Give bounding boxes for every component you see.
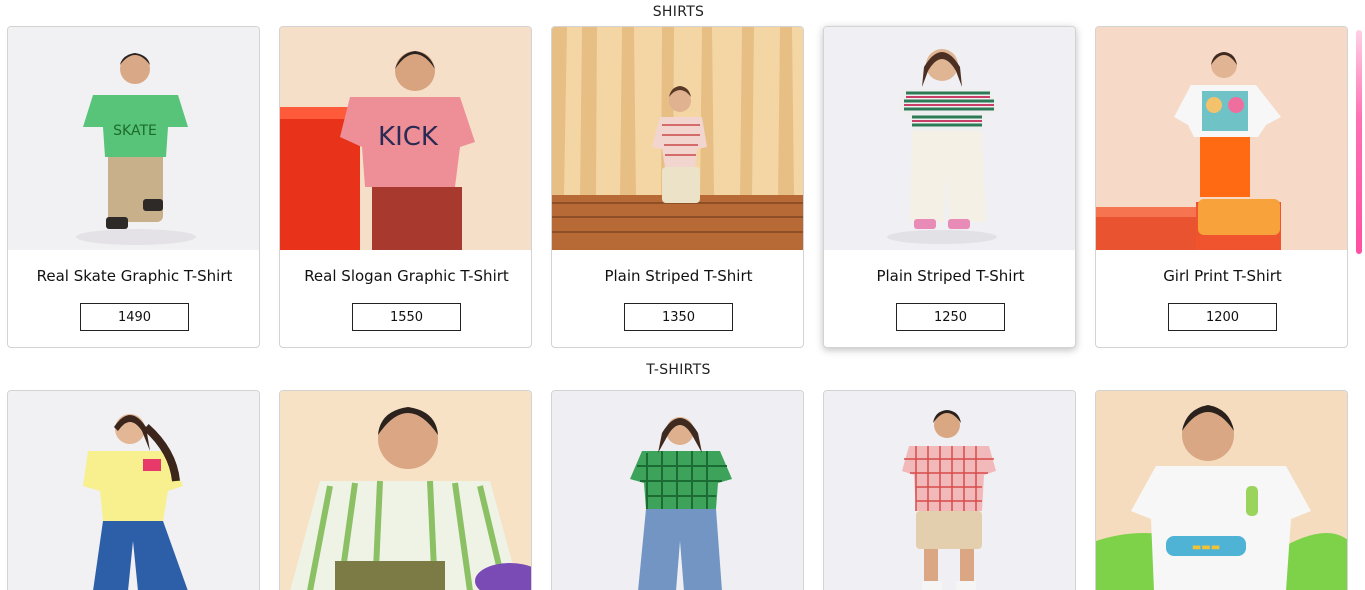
product-name[interactable]: Real Slogan Graphic T-Shirt: [280, 267, 531, 285]
product-image[interactable]: [552, 27, 803, 250]
product-card[interactable]: KICK Real Slogan Graphic T-Shirt 1550: [279, 26, 532, 348]
product-image[interactable]: [280, 391, 531, 590]
scrollbar[interactable]: [1356, 30, 1362, 260]
product-image[interactable]: [1096, 27, 1347, 250]
product-price: 1490: [80, 303, 189, 331]
product-price: 1550: [352, 303, 461, 331]
product-card[interactable]: Girl Print T-Shirt 1200: [1095, 26, 1348, 348]
product-image[interactable]: ▬▬▬: [1096, 391, 1347, 590]
product-card[interactable]: [279, 390, 532, 590]
product-card[interactable]: [823, 390, 1076, 590]
product-card[interactable]: ▬▬▬: [1095, 390, 1348, 590]
product-price: 1350: [624, 303, 733, 331]
section-title-t-shirts: T-SHIRTS: [646, 362, 711, 378]
product-name[interactable]: Girl Print T-Shirt: [1096, 267, 1347, 285]
product-card[interactable]: [551, 390, 804, 590]
svg-text:▬▬▬: ▬▬▬: [1192, 542, 1220, 553]
svg-text:KICK: KICK: [378, 122, 439, 152]
product-image[interactable]: [552, 391, 803, 590]
product-card[interactable]: [7, 390, 260, 590]
product-name[interactable]: Real Skate Graphic T-Shirt: [8, 267, 259, 285]
product-price: 1200: [1168, 303, 1277, 331]
product-image[interactable]: KICK: [280, 27, 531, 250]
product-price: 1250: [896, 303, 1005, 331]
product-image[interactable]: [824, 27, 1075, 250]
product-name[interactable]: Plain Striped T-Shirt: [824, 267, 1075, 285]
section-title-shirts: SHIRTS: [652, 4, 705, 20]
product-image[interactable]: SKATE: [8, 27, 259, 250]
product-card[interactable]: Plain Striped T-Shirt 1350: [551, 26, 804, 348]
product-image[interactable]: [824, 391, 1075, 590]
product-card[interactable]: Plain Striped T-Shirt 1250: [823, 26, 1076, 348]
product-card[interactable]: SKATE Real Skate Graphic T-Shirt 1490: [7, 26, 260, 348]
product-image[interactable]: [8, 391, 259, 590]
product-name[interactable]: Plain Striped T-Shirt: [552, 267, 803, 285]
svg-text:SKATE: SKATE: [113, 123, 157, 139]
scrollbar-thumb[interactable]: [1356, 30, 1362, 254]
